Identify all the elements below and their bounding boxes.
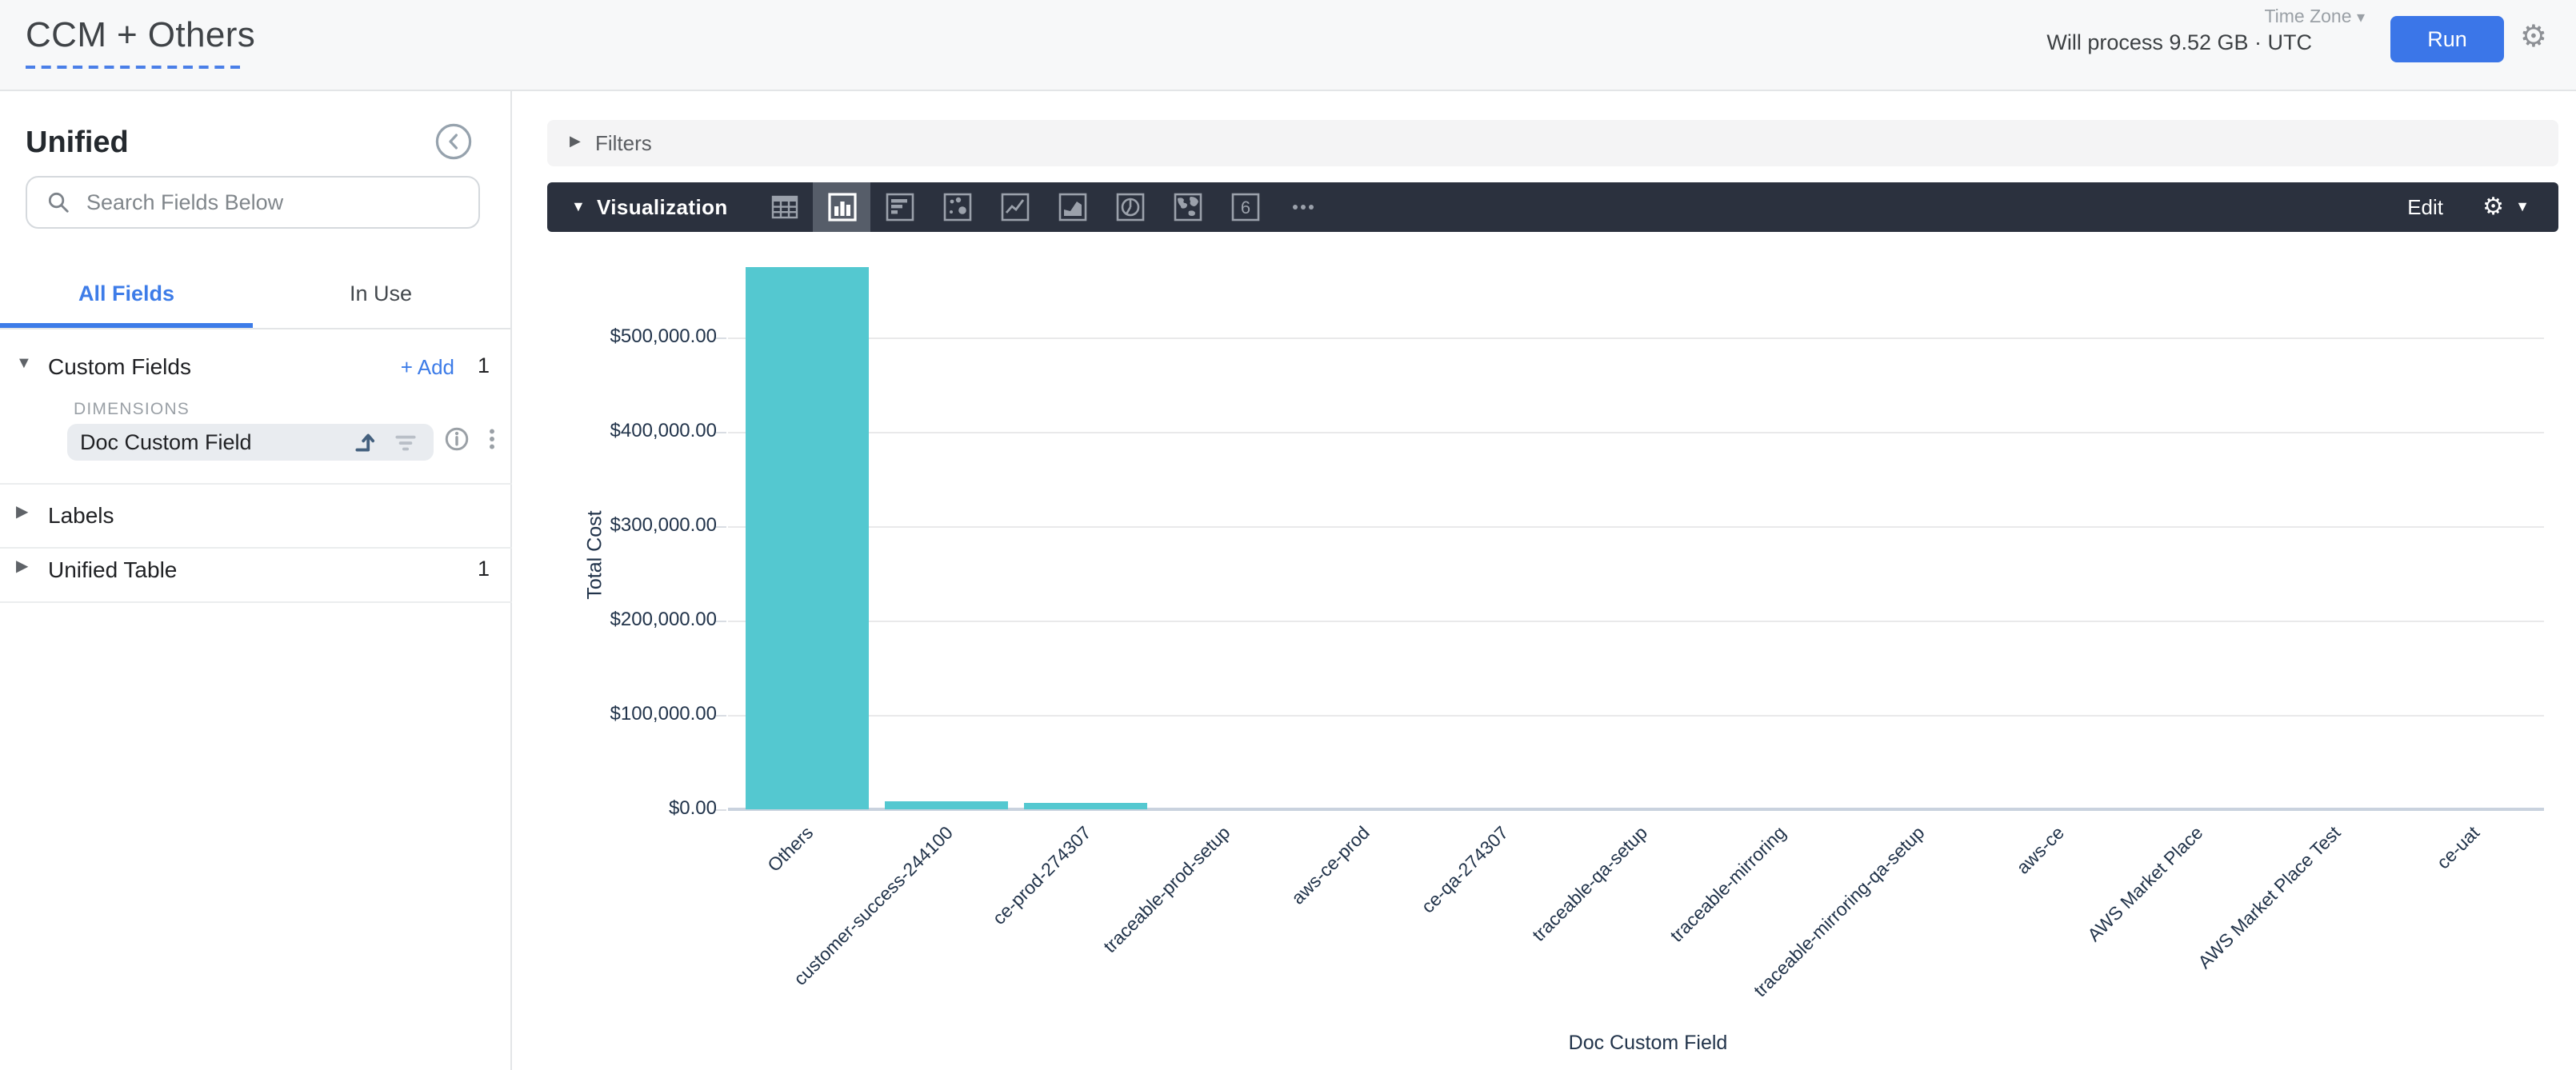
x-axis-label: traceable-mirroring-qa-setup <box>1751 824 1929 1001</box>
viz-settings-gear-icon[interactable]: ⚙ <box>2482 192 2504 221</box>
section-label[interactable]: Unified Table <box>48 557 177 582</box>
section-custom-fields: ▼ Custom Fields + Add 1 <box>0 347 512 392</box>
bar-chart-icon[interactable] <box>870 182 928 232</box>
chevron-left-circle-icon <box>435 123 472 160</box>
section-count-badge: 1 <box>478 353 490 377</box>
run-button[interactable]: Run <box>2390 16 2504 62</box>
x-axis-label: customer-success-244100 <box>790 824 957 990</box>
section-label[interactable]: Custom Fields <box>48 353 191 379</box>
x-axis-label: aws-ce-prod <box>1288 824 1373 908</box>
dimensions-group-label: DIMENSIONS <box>74 400 190 419</box>
filters-label: Filters <box>595 131 652 155</box>
gridline <box>728 432 2544 433</box>
line-chart-icon[interactable] <box>986 182 1043 232</box>
caret-right-icon[interactable]: ▶ <box>16 504 28 521</box>
caret-down-icon[interactable]: ▼ <box>571 198 586 214</box>
area-chart-icon[interactable] <box>1043 182 1101 232</box>
settings-gear-icon[interactable]: ⚙ <box>2520 19 2547 58</box>
pie-chart-icon[interactable] <box>1101 182 1158 232</box>
y-tick-mark <box>715 337 726 339</box>
viz-edit-button[interactable]: Edit <box>2407 195 2443 219</box>
viz-type-switcher: 6 <box>755 182 1331 232</box>
y-tick-mark <box>715 526 726 528</box>
x-axis-label: ce-uat <box>2435 824 2485 873</box>
divider <box>0 483 512 485</box>
y-tick-mark <box>715 432 726 433</box>
pivot-icon[interactable] <box>352 429 379 456</box>
process-info-text: Will process 9.52 GB · UTC <box>2046 30 2312 54</box>
bar[interactable] <box>1024 804 1147 809</box>
divider <box>0 601 512 603</box>
map-icon[interactable] <box>1158 182 1216 232</box>
tab-in-use[interactable]: In Use <box>253 264 509 323</box>
y-tick-label: $0.00 <box>512 797 717 819</box>
y-tick-label: $500,000.00 <box>512 325 717 347</box>
x-axis-label: traceable-prod-setup <box>1101 824 1234 957</box>
chevron-down-icon[interactable]: ▼ <box>2515 198 2530 214</box>
app-window: CCM + Others Will process 9.52 GB · UTC … <box>0 0 2576 1070</box>
y-tick-mark <box>715 809 726 811</box>
bar[interactable] <box>885 801 1008 809</box>
y-tick-label: $100,000.00 <box>512 702 717 725</box>
x-axis-label: traceable-mirroring <box>1667 824 1790 946</box>
caret-right-icon[interactable]: ▶ <box>16 558 28 576</box>
y-tick-label: $400,000.00 <box>512 419 717 441</box>
gridline <box>728 526 2544 528</box>
column-chart-icon[interactable] <box>813 182 870 232</box>
y-tick-label: $200,000.00 <box>512 608 717 630</box>
section-count-badge: 1 <box>478 557 490 581</box>
section-label[interactable]: Labels <box>48 502 114 528</box>
filters-bar[interactable]: ▶ Filters <box>547 120 2558 166</box>
top-header: CCM + Others Will process 9.52 GB · UTC … <box>0 0 2576 91</box>
table-icon[interactable] <box>755 182 813 232</box>
x-axis-label: ce-qa-274307 <box>1418 824 1512 917</box>
field-picker-sidebar: Unified All Fields In Use ▼ Custom Field… <box>0 91 512 1070</box>
bar[interactable] <box>746 267 870 810</box>
info-icon[interactable] <box>443 425 470 453</box>
explore-title: Unified <box>26 126 129 162</box>
chevron-down-icon: ▾ <box>2357 10 2365 27</box>
caret-down-icon[interactable]: ▼ <box>16 355 32 373</box>
divider <box>0 547 512 549</box>
time-zone-dropdown[interactable]: Time Zone ▾ <box>2264 8 2365 27</box>
x-axis-label: ce-prod-274307 <box>990 824 1096 929</box>
x-axis-label: aws-ce <box>2013 824 2068 879</box>
gridline <box>728 715 2544 717</box>
more-viz-options-icon[interactable] <box>1274 182 1331 232</box>
section-unified-table: ▶ Unified Table 1 <box>0 550 512 595</box>
search-fields-input[interactable] <box>86 190 454 214</box>
title-editable-underline <box>26 66 240 69</box>
visualization-toolbar: ▼ Visualization 6 Edit ⚙ ▼ <box>547 182 2558 232</box>
y-tick-mark <box>715 621 726 622</box>
svg-text:6: 6 <box>1240 198 1250 218</box>
filter-icon[interactable] <box>392 429 419 456</box>
visualization-label: Visualization <box>597 195 728 219</box>
x-axis-label: AWS Market Place Test <box>2196 824 2346 973</box>
section-labels: ▶ Labels <box>0 496 512 541</box>
caret-right-icon[interactable]: ▶ <box>570 133 581 150</box>
page-title[interactable]: CCM + Others <box>26 14 255 56</box>
x-axis-label: Others <box>766 824 818 876</box>
x-axis-title: Doc Custom Field <box>1520 1032 1776 1054</box>
y-tick-label: $300,000.00 <box>512 513 717 536</box>
field-label: Doc Custom Field <box>80 430 252 454</box>
x-axis-label: AWS Market Place <box>2085 824 2207 946</box>
field-doc-custom-field[interactable]: Doc Custom Field <box>67 424 434 461</box>
single-value-icon[interactable]: 6 <box>1216 182 1274 232</box>
gridline <box>728 337 2544 339</box>
search-icon <box>46 190 70 214</box>
chart-area: Total Cost Doc Custom Field $0.00$100,00… <box>512 232 2576 1070</box>
tab-all-fields[interactable]: All Fields <box>0 264 253 323</box>
kebab-menu-icon[interactable] <box>478 425 506 453</box>
sidebar-tabs: All Fields In Use <box>0 264 512 328</box>
search-fields-box[interactable] <box>26 176 480 229</box>
divider <box>0 328 512 329</box>
gridline <box>728 621 2544 622</box>
y-tick-mark <box>715 715 726 717</box>
scatter-plot-icon[interactable] <box>928 182 986 232</box>
x-axis-label: traceable-qa-setup <box>1529 824 1651 946</box>
add-custom-field-button[interactable]: + Add <box>401 355 454 379</box>
collapse-sidebar-button[interactable] <box>435 123 472 160</box>
